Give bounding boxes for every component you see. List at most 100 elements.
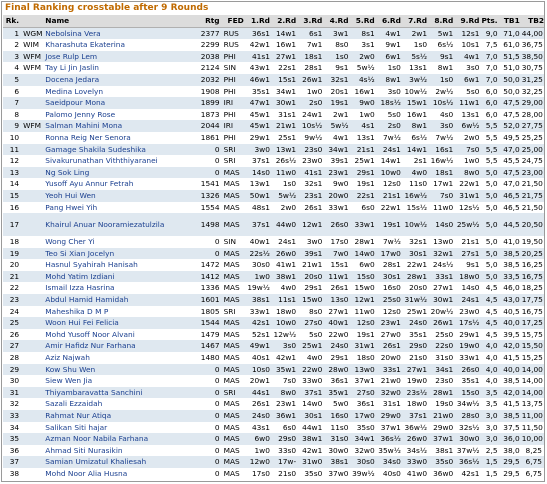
cell-round-6: 16s0 <box>375 282 402 295</box>
cell-round-9: 34w½ <box>454 398 481 410</box>
player-name-link[interactable]: Amir Hafidz Nur Farhana <box>44 340 197 353</box>
player-name-link[interactable]: Salman Mahini Mona <box>44 120 197 132</box>
cell-points: 6,0 <box>480 85 499 98</box>
cell-round-1: 17s0 <box>244 467 271 480</box>
cell-round-2: 30w1 <box>270 97 298 109</box>
cell-federation: MAS <box>220 467 245 480</box>
player-name-link[interactable]: Aziz Najwah <box>44 352 197 364</box>
player-name-link[interactable]: Mohd Yusoff Noor Alvani <box>44 328 197 341</box>
cell-rank: 33 <box>3 410 21 422</box>
header-tiebreak-1: TB1 <box>498 15 521 28</box>
player-name-link[interactable]: Thiyambaravatta Sanchini <box>44 386 197 399</box>
player-name-link[interactable]: Khairul Anuar Nooramiezatulzila <box>44 213 197 237</box>
cell-round-7: 16w1 <box>401 108 429 121</box>
player-name-link[interactable]: Salikan Siti hajar <box>44 421 197 434</box>
cell-round-5: 17w0 <box>349 410 376 422</box>
header-round-9: 9.Rd <box>454 15 481 28</box>
cell-round-3: 2s0 <box>297 97 324 109</box>
table-row: 5 Docena Jedara 2032 PHI 46w1 15s1 26w1 32s1 4s½… <box>3 73 544 86</box>
header-rating: Rtg <box>196 15 221 28</box>
player-name-link[interactable]: Siew Wen Jia <box>44 375 197 387</box>
cell-round-4: 11s0 <box>323 421 350 434</box>
player-name-link[interactable]: Mohd Noor Alia Husna <box>44 467 197 480</box>
cell-round-2: 13w1 <box>270 143 298 156</box>
cell-round-5: 21s1 <box>349 143 376 156</box>
cell-round-3: 38w1 <box>297 433 324 445</box>
player-name-link[interactable]: Nebolsina Vera <box>44 27 197 40</box>
player-name-link[interactable]: Ismail Izza Hasrina <box>44 282 197 295</box>
cell-round-7: 11s0 <box>401 178 429 190</box>
player-name-link[interactable]: Kharashuta Ekaterina <box>44 39 197 51</box>
player-name-link[interactable]: Yeoh Hui Wen <box>44 189 197 202</box>
cell-round-2: 15s1 <box>270 73 298 86</box>
cell-round-8: 36w0 <box>428 467 455 480</box>
cell-round-4: 13s0 <box>323 294 350 306</box>
player-name-link[interactable]: Abdul Hamid Hamidah <box>44 294 197 306</box>
cell-rank: 35 <box>3 433 21 445</box>
cell-round-4: 4w1 <box>323 131 350 144</box>
cell-points: 5,0 <box>480 178 499 190</box>
cell-tiebreak-2: 21,75 <box>520 189 544 202</box>
table-row: 10 Ronna Reig Ner Senora 1861 PHI 29w1 25s1 9w… <box>3 131 544 144</box>
cell-rating: 2044 <box>196 120 221 132</box>
player-name-link[interactable]: Azman Noor Nabila Farhana <box>44 433 197 445</box>
cell-round-5: 5w½ <box>349 62 376 74</box>
player-name-link[interactable]: Samian Umizatul Khaliesah <box>44 456 197 468</box>
player-name-link[interactable]: Maheshika D M P <box>44 305 197 318</box>
table-row: 28 Aziz Najwah 1480 MAS 40s1 42w1 4w0 29s1 18s0 2… <box>3 352 544 364</box>
cell-round-4: 40w1 <box>323 317 350 329</box>
player-name-link[interactable]: Docena Jedara <box>44 73 197 86</box>
player-name-link[interactable]: Wong Cher Yi <box>44 236 197 248</box>
cell-federation: MAS <box>220 433 245 445</box>
player-name-link[interactable]: Teo Si Xian Jocelyn <box>44 247 197 260</box>
cell-rank: 17 <box>3 213 21 237</box>
cell-round-6: 26s1 <box>375 340 402 353</box>
cell-federation: MAS <box>220 282 245 295</box>
player-name-link[interactable]: Ronna Reig Ner Senora <box>44 131 197 144</box>
cell-round-9: 9s1 <box>454 259 481 271</box>
player-name-link[interactable]: Medina Lovelyn <box>44 85 197 98</box>
player-name-link[interactable]: Tay Li Jin Jaslin <box>44 62 197 74</box>
cell-round-1: 50w1 <box>244 189 271 202</box>
table-row: 20 Hasnul Syahirah Hanisah 1472 MAS 30s0 41w1… <box>3 259 544 271</box>
cell-rank: 1 <box>3 27 21 40</box>
cell-tiebreak-2: 14,00 <box>520 375 544 387</box>
cell-round-5: 37w1 <box>349 375 376 387</box>
player-name-link[interactable]: Sazali Ezzaidah <box>44 398 197 410</box>
cell-federation: IRI <box>220 120 245 132</box>
player-name-link[interactable]: Saeidpour Mona <box>44 97 197 109</box>
player-name-link[interactable]: Gamage Shakila Sudeshika <box>44 143 197 156</box>
cell-rank: 12 <box>3 155 21 167</box>
cell-tiebreak-1: 41,5 <box>498 398 521 410</box>
cell-tiebreak-1: 71,0 <box>498 27 521 40</box>
player-name-link[interactable]: Ng Sok Ling <box>44 166 197 179</box>
player-name-link[interactable]: Kow Shu Wen <box>44 363 197 376</box>
player-name-link[interactable]: Yusoff Ayu Annur Fetrah <box>44 178 197 190</box>
cell-round-7: 27w1 <box>401 363 429 376</box>
player-name-link[interactable]: Jose Rulp Lem <box>44 50 197 63</box>
cell-federation: PHI <box>220 131 245 144</box>
cell-round-8: 35s0 <box>428 456 455 468</box>
cell-rating: 1601 <box>196 294 221 306</box>
player-name-link[interactable]: Sivakurunathan Viththiyaranei <box>44 155 197 167</box>
cell-title <box>20 236 45 248</box>
player-name-link[interactable]: Palomo Jenny Rose <box>44 108 197 121</box>
cell-round-6: 12s0 <box>375 178 402 190</box>
cell-points: 5,0 <box>480 259 499 271</box>
cell-tiebreak-2: 36,75 <box>520 39 544 51</box>
cell-federation: MAS <box>220 213 245 237</box>
cell-rating: 0 <box>196 247 221 260</box>
player-name-link[interactable]: Pang Hwei Yih <box>44 201 197 214</box>
cell-round-1: 49w1 <box>244 340 271 353</box>
player-name-link[interactable]: Ahmad Siti Nurasikin <box>44 444 197 457</box>
player-name-link[interactable]: Hasnul Syahirah Hanisah <box>44 259 197 271</box>
player-name-link[interactable]: Mohd Yatim Izdiani <box>44 270 197 283</box>
player-name-link[interactable]: Woon Hui Fei Felicia <box>44 317 197 329</box>
cell-rank: 30 <box>3 375 21 387</box>
cell-tiebreak-2: 11,00 <box>520 410 544 422</box>
cell-round-3: 12w1 <box>297 213 324 237</box>
cell-round-8: 26w1 <box>428 317 455 329</box>
cell-round-8: 29w0 <box>428 421 455 434</box>
cell-tiebreak-2: 6,75 <box>520 467 544 480</box>
player-name-link[interactable]: Rahmat Nur Atiqa <box>44 410 197 422</box>
